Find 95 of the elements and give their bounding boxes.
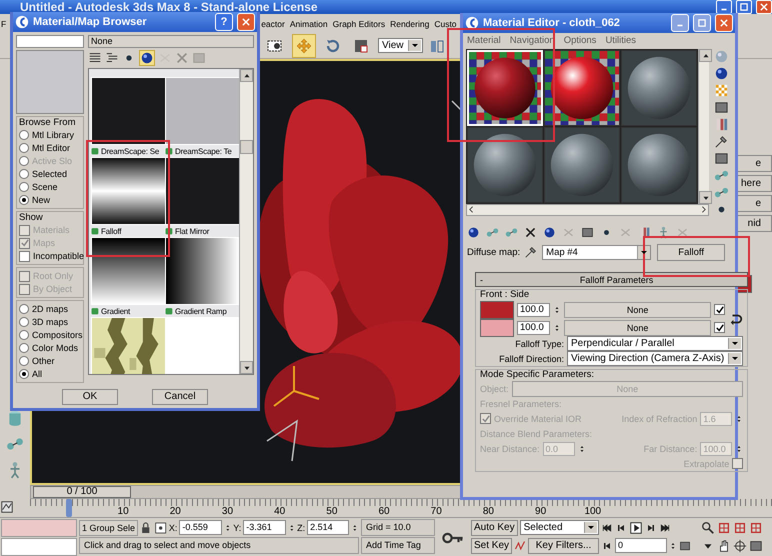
map-name[interactable]: DreamScape: Se xyxy=(101,146,160,156)
menu-item[interactable]: F xyxy=(1,18,6,29)
map-name[interactable]: Falloff xyxy=(101,226,122,236)
y-field[interactable]: -3.361 xyxy=(243,520,286,535)
map-slot-button[interactable]: None xyxy=(564,302,712,318)
auto-key-button[interactable]: Auto Key xyxy=(471,520,518,536)
map-type-button[interactable]: Falloff xyxy=(657,244,726,260)
tick-label: 60 xyxy=(377,506,391,517)
key-filters-button[interactable]: Key Filters... xyxy=(528,538,599,554)
axis-label: X: xyxy=(168,522,178,532)
reference-dropdown[interactable]: View xyxy=(378,38,422,54)
option-label: Incompatible xyxy=(33,251,84,261)
option-label: 2D maps xyxy=(32,304,68,314)
group-title: Show xyxy=(19,212,44,223)
option-label: By Object xyxy=(33,284,72,294)
time-slider-thumb[interactable]: 0 / 100 xyxy=(33,486,131,498)
set-key-button[interactable]: Set Key xyxy=(471,538,512,554)
tick-label: 80 xyxy=(482,506,495,517)
option-label: Root Only xyxy=(33,271,74,281)
option-label: All xyxy=(32,369,42,379)
tick-label: 30 xyxy=(220,506,234,517)
tick-label: 10 xyxy=(116,506,130,517)
menu-item[interactable]: Navigation xyxy=(510,34,555,46)
field-label: Falloff Direction: xyxy=(498,354,564,364)
collapse-toggle[interactable]: - xyxy=(480,274,490,284)
tick-label: 70 xyxy=(430,506,443,517)
field-label: Near Distance: xyxy=(480,444,540,454)
menu-item[interactable]: Material xyxy=(467,34,501,46)
option-label: New xyxy=(32,195,50,205)
help-button[interactable]: ? xyxy=(215,13,233,31)
field-label: Object: xyxy=(480,384,509,394)
map-slot-button[interactable]: None xyxy=(564,320,712,336)
menu-item[interactable]: Graph Editors xyxy=(332,18,386,29)
map-name[interactable]: Gradient Ramp xyxy=(175,306,227,316)
tick-label: 50 xyxy=(325,506,338,517)
frame-field[interactable]: 0 xyxy=(615,538,667,553)
group-title: Mode Specific Parameters: xyxy=(480,369,596,380)
menu-item[interactable]: Rendering xyxy=(390,18,430,29)
map-name[interactable]: DreamScape: Te xyxy=(175,146,232,156)
x-field[interactable]: -0.559 xyxy=(179,520,222,535)
field-label: Far Distance: xyxy=(644,444,698,454)
section-label: Fresnel Parameters: xyxy=(480,398,562,408)
selection-count: 1 Group Sele xyxy=(79,520,138,536)
option-label: Other xyxy=(32,356,55,366)
option-label: Override Material IOR xyxy=(494,414,582,424)
tick-label: 100 xyxy=(583,506,602,517)
amount-field[interactable]: 100.0 xyxy=(517,320,550,334)
rollout-header[interactable]: - Falloff Parameters xyxy=(475,272,748,287)
option-label: Maps xyxy=(33,238,56,248)
option-label: Mtl Editor xyxy=(32,143,70,153)
option-label: Active Slo xyxy=(32,156,72,166)
option-label: 3D maps xyxy=(32,317,68,327)
field-label: Index of Refraction xyxy=(622,414,698,424)
field-label: Diffuse map: xyxy=(467,246,520,258)
falloff-type-dropdown[interactable]: Perpendicular / Parallel xyxy=(567,336,744,351)
rollout-title: Falloff Parameters xyxy=(578,274,654,284)
tick-label: 20 xyxy=(168,506,182,517)
dialog-title: Material Editor - cloth_062 xyxy=(483,17,621,29)
option-label: Mtl Library xyxy=(32,130,74,140)
key-mode-dropdown[interactable]: Selected xyxy=(520,520,599,535)
menu-item[interactable]: Utilities xyxy=(605,34,636,46)
tick-label: 90 xyxy=(534,506,548,517)
option-label: Materials xyxy=(33,225,70,235)
z-field[interactable]: 2.514 xyxy=(307,520,350,535)
axis-label: Z: xyxy=(297,522,306,532)
field-label: Falloff Type: xyxy=(514,338,564,348)
group-title: Browse From xyxy=(19,117,76,128)
section-label: Distance Blend Parameters: xyxy=(480,428,592,438)
menu-item[interactable]: Custo xyxy=(434,18,457,29)
dialog-button[interactable]: OK xyxy=(62,389,118,405)
window-title: Untitled - Autodesk 3ds Max 8 - Stand-alone License xyxy=(20,0,319,14)
option-label: Selected xyxy=(32,169,68,179)
falloff-direction-dropdown[interactable]: Viewing Direction (Camera Z-Axis) xyxy=(567,351,744,366)
option-label: Scene xyxy=(32,182,58,192)
time-tag-button[interactable]: Add Time Tag xyxy=(361,537,435,554)
menu-item[interactable]: Options xyxy=(564,34,596,46)
axis-label: Y: xyxy=(233,522,242,532)
amount-field[interactable]: 100.0 xyxy=(517,302,550,316)
option-label: Color Mods xyxy=(32,343,78,353)
dialog-button[interactable]: Cancel xyxy=(152,389,208,405)
current-map-field: None xyxy=(88,35,254,48)
timeline-ruler[interactable]: 10 20 30 40 50 60 70 80 90 100 xyxy=(30,499,772,517)
map-name-field[interactable]: Map #4 xyxy=(542,244,652,260)
option-label: Compositors xyxy=(32,330,83,340)
dialog-title: Material/Map Browser xyxy=(33,16,148,28)
option-label: Extrapolate xyxy=(684,458,730,468)
group-title: Front : Side xyxy=(480,289,530,300)
time-slider[interactable]: 0 / 100 xyxy=(30,485,462,499)
tick-label: 40 xyxy=(273,506,286,517)
menu-item[interactable]: Animation xyxy=(290,18,328,29)
map-name[interactable]: Gradient xyxy=(101,306,130,316)
prompt-text: Click and drag to select and move objects xyxy=(79,537,359,554)
map-name[interactable]: Flat Mirror xyxy=(175,226,210,236)
menu-item[interactable]: eactor xyxy=(261,18,285,29)
grid-size: Grid = 10.0 xyxy=(361,519,435,536)
